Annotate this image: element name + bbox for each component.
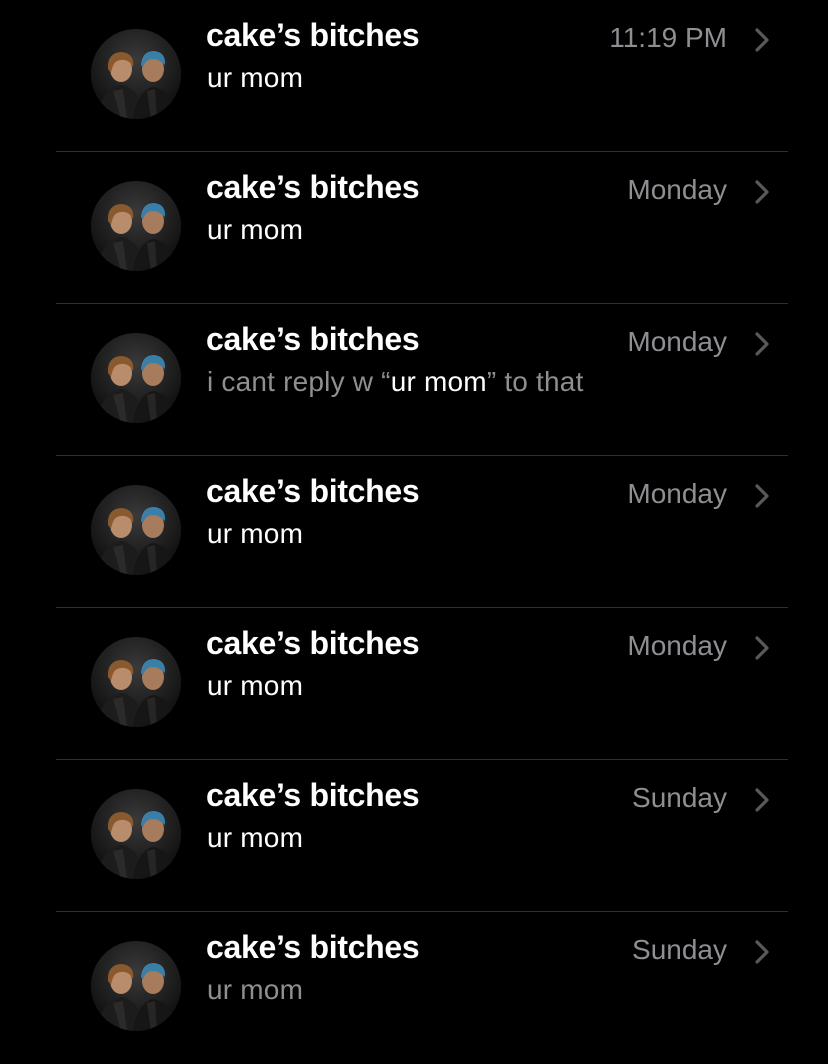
conversation-row[interactable]: cake’s bitches Monday ur mom [0, 456, 828, 608]
conversation-name: cake’s bitches [206, 777, 420, 813]
group-avatar[interactable] [91, 485, 181, 575]
chevron-right-icon [755, 28, 769, 52]
conversation-name: cake’s bitches [206, 473, 420, 509]
message-preview: i cant reply w “ur mom” to that [207, 366, 584, 398]
conversation-time: Sunday [632, 934, 727, 965]
group-avatar[interactable] [91, 29, 181, 119]
conversation-time: Monday [627, 326, 727, 357]
chevron-right-icon [755, 636, 769, 660]
conversation-list: cake’s bitches 11:19 PM ur mom cake’s bi… [0, 0, 828, 1064]
group-avatar[interactable] [91, 941, 181, 1031]
conversation-name: cake’s bitches [206, 929, 420, 965]
conversation-row[interactable]: cake’s bitches Monday ur mom [0, 608, 828, 760]
conversation-row[interactable]: cake’s bitches Monday i cant reply w “ur… [0, 304, 828, 456]
chevron-right-icon [755, 332, 769, 356]
conversation-name: cake’s bitches [206, 169, 420, 205]
message-preview: ur mom [207, 518, 304, 549]
conversation-row[interactable]: cake’s bitches Sunday ur mom [0, 912, 828, 1064]
conversation-time: Monday [627, 478, 727, 509]
group-avatar[interactable] [91, 181, 181, 271]
message-preview: ur mom [207, 62, 304, 93]
message-preview: ur mom [207, 214, 304, 245]
conversation-name: cake’s bitches [206, 625, 420, 661]
conversation-time: 11:19 PM [609, 22, 727, 53]
conversation-time: Monday [627, 174, 727, 205]
group-avatar[interactable] [91, 637, 181, 727]
preview-text-highlight: ur mom [390, 366, 487, 397]
conversation-row[interactable]: cake’s bitches 11:19 PM ur mom [0, 0, 828, 152]
message-preview: ur mom [207, 670, 304, 701]
chevron-right-icon [755, 484, 769, 508]
chevron-right-icon [755, 180, 769, 204]
preview-text-before: i cant reply w “ [207, 366, 391, 397]
message-preview: ur mom [207, 822, 304, 853]
conversation-name: cake’s bitches [206, 321, 420, 357]
message-preview: ur mom [207, 974, 304, 1005]
conversation-name: cake’s bitches [206, 17, 420, 53]
conversation-row[interactable]: cake’s bitches Sunday ur mom [0, 760, 828, 912]
conversation-time: Monday [627, 630, 727, 661]
chevron-right-icon [755, 788, 769, 812]
conversation-row[interactable]: cake’s bitches Monday ur mom [0, 152, 828, 304]
conversation-time: Sunday [632, 782, 727, 813]
preview-text-after: ” to that [486, 366, 584, 397]
chevron-right-icon [755, 940, 769, 964]
group-avatar[interactable] [91, 789, 181, 879]
group-avatar[interactable] [91, 333, 181, 423]
